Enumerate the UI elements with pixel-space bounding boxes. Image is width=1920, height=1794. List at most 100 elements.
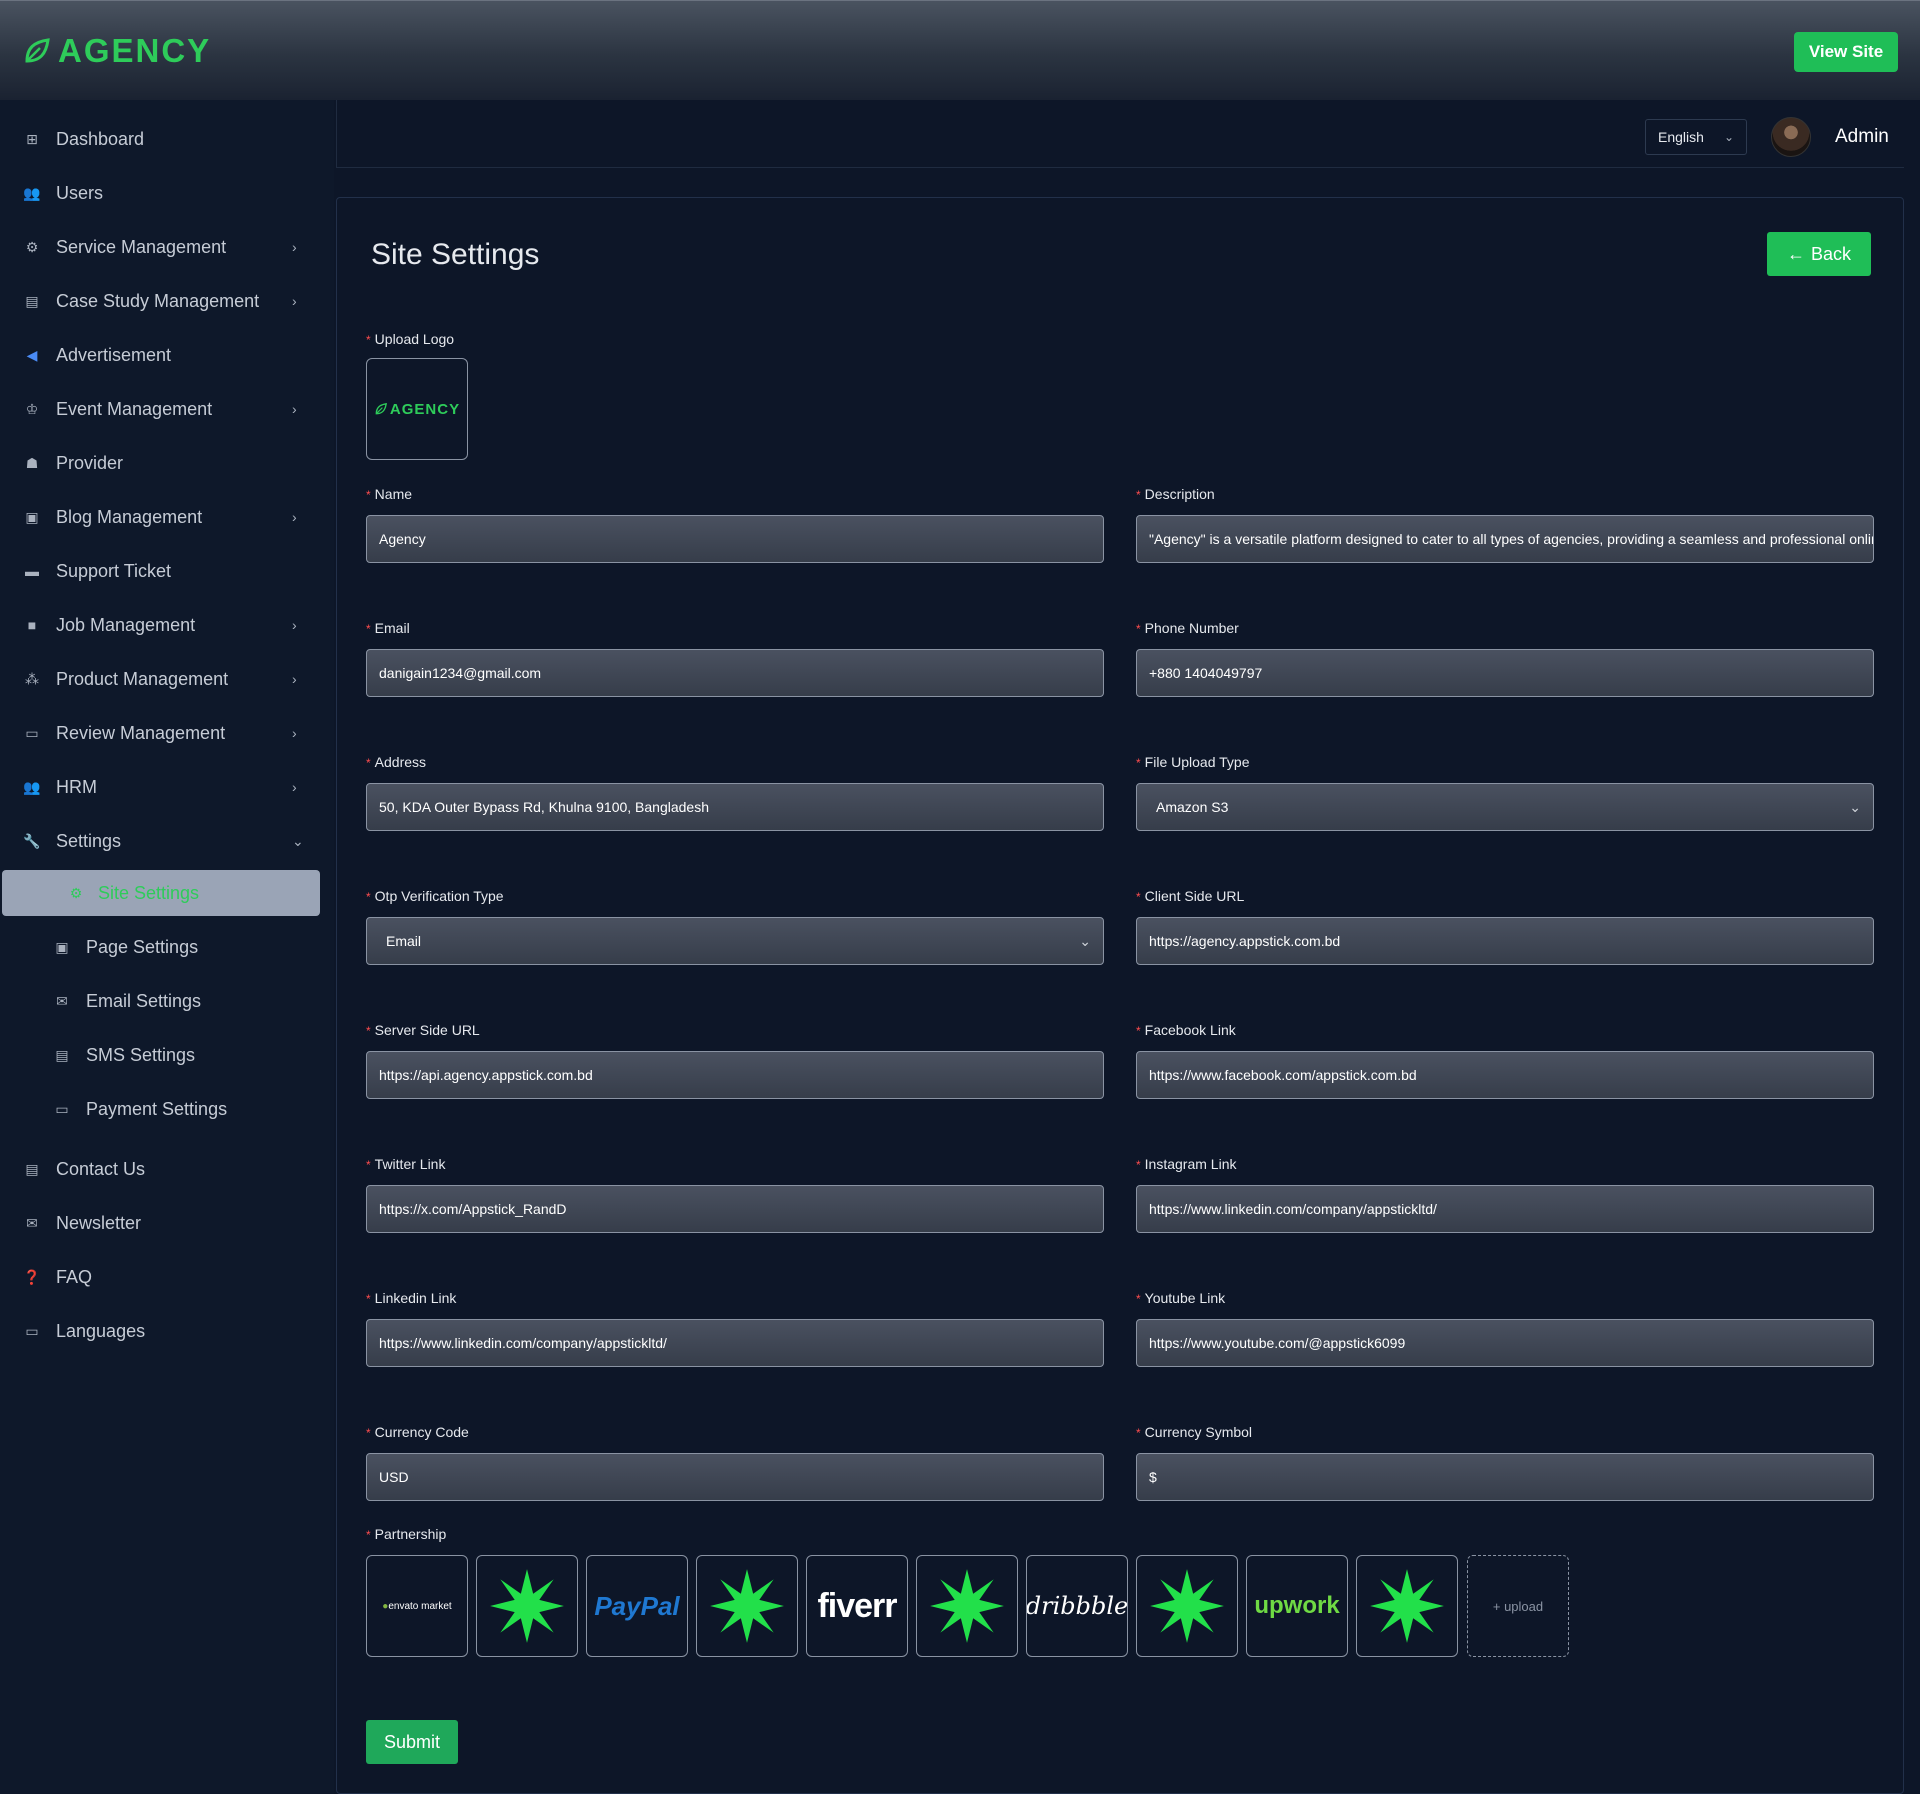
currency-symbol-field[interactable]: $ — [1136, 1453, 1874, 1501]
partner-envato[interactable]: ●envato market — [366, 1555, 468, 1657]
starburst-icon — [490, 1569, 564, 1643]
sidebar-item-label: Advertisement — [56, 344, 172, 365]
select-value: Amazon S3 — [1156, 799, 1229, 815]
file-upload-type-select[interactable]: Amazon S3 ⌄ — [1136, 783, 1874, 831]
otp-type-select[interactable]: Email ⌄ — [366, 917, 1104, 965]
description-label: * Description — [1136, 486, 1215, 502]
upload-logo-label: * Upload Logo — [366, 331, 454, 347]
currency-code-field[interactable]: USD — [366, 1453, 1104, 1501]
instagram-field[interactable]: https://www.linkedin.com/company/appstic… — [1136, 1185, 1874, 1233]
sidebar-item-label: SMS Settings — [86, 1044, 196, 1065]
sidebar-item-newsletter[interactable]: ✉ Newsletter — [0, 1203, 334, 1243]
sidebar-item-sms-settings[interactable]: ▤ SMS Settings — [0, 1035, 334, 1075]
sidebar-item-job-management[interactable]: ■ Job Management › — [0, 605, 334, 645]
required-mark: * — [366, 1024, 371, 1038]
logo-upload[interactable]: AGENCY — [366, 358, 468, 460]
partnership-label: * Partnership — [366, 1526, 446, 1542]
sidebar-item-contact-us[interactable]: ▤ Contact Us — [0, 1149, 334, 1189]
partner-upload-button[interactable]: + upload — [1467, 1555, 1569, 1657]
back-button[interactable]: ← Back — [1767, 232, 1871, 276]
sidebar-item-email-settings[interactable]: ✉ Email Settings — [0, 981, 334, 1021]
sidebar-item-payment-settings[interactable]: ▭ Payment Settings — [0, 1089, 334, 1129]
submit-button[interactable]: Submit — [366, 1720, 458, 1764]
leaf-icon — [375, 403, 387, 415]
partner-paypal[interactable]: PayPal — [586, 1555, 688, 1657]
sidebar-item-provider[interactable]: ☗ Provider — [0, 443, 334, 483]
required-mark: * — [366, 890, 371, 904]
sidebar-item-label: Event Management — [56, 398, 213, 419]
required-mark: * — [1136, 1158, 1141, 1172]
label-text: Twitter Link — [374, 1156, 446, 1172]
label-text: Phone Number — [1144, 620, 1239, 636]
partner-starburst[interactable] — [1356, 1555, 1458, 1657]
facebook-field[interactable]: https://www.facebook.com/appstick.com.bd — [1136, 1051, 1874, 1099]
sidebar-item-advertisement[interactable]: ◀ Advertisement — [0, 335, 334, 375]
label-text: Linkedin Link — [374, 1290, 457, 1306]
sidebar-item-hrm[interactable]: 👥 HRM › — [0, 767, 334, 807]
brand-logo[interactable]: AGENCY — [22, 31, 211, 71]
sidebar-item-case-study-management[interactable]: ▤ Case Study Management › — [0, 281, 334, 321]
twitter-field[interactable]: https://x.com/Appstick_RandD — [366, 1185, 1104, 1233]
linkedin-label: * Linkedin Link — [366, 1290, 456, 1306]
server-url-field[interactable]: https://api.agency.appstick.com.bd — [366, 1051, 1104, 1099]
sidebar-item-blog-management[interactable]: ▣ Blog Management › — [0, 497, 334, 537]
partner-dribbble[interactable]: dribbble — [1026, 1555, 1128, 1657]
page-icon: ▣ — [55, 938, 69, 955]
trophy-icon: ♔ — [25, 400, 39, 417]
phone-field[interactable]: +880 1404049797 — [1136, 649, 1874, 697]
label-text: Upload Logo — [374, 331, 455, 347]
document-icon: ▤ — [25, 292, 39, 309]
description-input[interactable]: "Agency" is a versatile platform designe… — [1136, 515, 1874, 563]
youtube-field[interactable]: https://www.youtube.com/@appstick6099 — [1136, 1319, 1874, 1367]
logo-text: AGENCY — [389, 400, 461, 418]
select-value: Email — [386, 933, 422, 949]
starburst-icon — [930, 1569, 1004, 1643]
partner-starburst[interactable] — [696, 1555, 798, 1657]
sidebar-item-settings[interactable]: 🔧 Settings ⌄ — [0, 821, 334, 861]
required-mark: * — [366, 622, 371, 636]
sidebar-item-dashboard[interactable]: ⊞ Dashboard — [0, 119, 334, 159]
top-bar: AGENCY View Site — [0, 0, 1920, 100]
sidebar-item-product-management[interactable]: ⁂ Product Management › — [0, 659, 334, 699]
partner-starburst[interactable] — [916, 1555, 1018, 1657]
view-site-button[interactable]: View Site — [1794, 32, 1898, 72]
sidebar-item-review-management[interactable]: ▭ Review Management › — [0, 713, 334, 753]
partner-starburst[interactable] — [476, 1555, 578, 1657]
sidebar-item-site-settings[interactable]: ⚙ Site Settings — [2, 870, 320, 916]
file-upload-type-label: * File Upload Type — [1136, 754, 1249, 770]
required-mark: * — [1136, 622, 1141, 636]
sidebar-item-event-management[interactable]: ♔ Event Management › — [0, 389, 334, 429]
chevron-right-icon: › — [292, 617, 297, 633]
partner-starburst[interactable] — [1136, 1555, 1238, 1657]
mail-icon: ✉ — [26, 1214, 38, 1231]
user-name[interactable]: Admin — [1835, 126, 1889, 148]
starburst-icon — [1370, 1569, 1444, 1643]
linkedin-field[interactable]: https://www.linkedin.com/company/appstic… — [366, 1319, 1104, 1367]
address-field[interactable]: 50, KDA Outer Bypass Rd, Khulna 9100, Ba… — [366, 783, 1104, 831]
label-text: Otp Verification Type — [374, 888, 504, 904]
email-field[interactable]: danigain1234@gmail.com — [366, 649, 1104, 697]
sidebar-item-label: Page Settings — [86, 936, 199, 957]
required-mark: * — [366, 1426, 371, 1440]
language-value: English — [1658, 129, 1704, 145]
sidebar-item-languages[interactable]: ▭ Languages — [0, 1311, 334, 1351]
partner-fiverr[interactable]: fiverr — [806, 1555, 908, 1657]
chevron-right-icon: › — [292, 293, 297, 309]
required-mark: * — [1136, 1024, 1141, 1038]
sidebar-item-page-settings[interactable]: ▣ Page Settings — [0, 927, 334, 967]
email-label: * Email — [366, 620, 410, 636]
sidebar-item-service-management[interactable]: ⚙ Service Management › — [0, 227, 334, 267]
client-url-field[interactable]: https://agency.appstick.com.bd — [1136, 917, 1874, 965]
sidebar-item-support-ticket[interactable]: ▬ Support Ticket — [0, 551, 334, 591]
team-icon: 👥 — [23, 778, 41, 795]
name-label: * Name — [366, 486, 412, 502]
avatar[interactable] — [1771, 117, 1811, 157]
language-select[interactable]: English ⌄ — [1645, 119, 1747, 155]
currency-code-label: * Currency Code — [366, 1424, 469, 1440]
sidebar-item-users[interactable]: 👥 Users — [0, 173, 334, 213]
sidebar-item-faq[interactable]: ❓ FAQ — [0, 1257, 334, 1297]
sidebar-item-label: Job Management — [56, 614, 196, 635]
name-input[interactable]: Agency — [366, 515, 1104, 563]
partner-upwork[interactable]: upwork — [1246, 1555, 1348, 1657]
client-url-label: * Client Side URL — [1136, 888, 1244, 904]
